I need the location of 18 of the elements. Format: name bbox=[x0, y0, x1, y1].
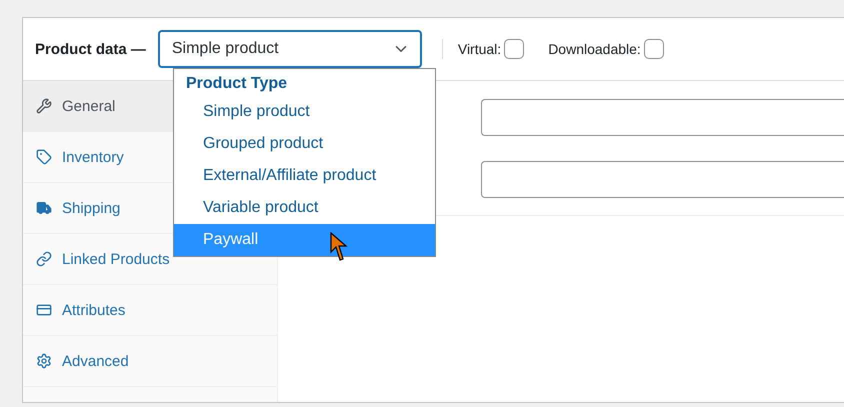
checkbox[interactable] bbox=[504, 39, 524, 59]
link-icon bbox=[36, 251, 52, 267]
dropdown-option[interactable]: Paywall bbox=[174, 224, 435, 256]
input-field[interactable] bbox=[481, 99, 844, 136]
sidebar-tab[interactable]: Advanced bbox=[23, 336, 277, 387]
gear-icon bbox=[36, 353, 52, 369]
input-field[interactable] bbox=[481, 161, 844, 198]
checkbox-label: Downloadable: bbox=[548, 41, 641, 57]
checkbox-label: Virtual: bbox=[458, 41, 502, 57]
tag-icon bbox=[36, 149, 52, 165]
mouse-pointer-icon bbox=[330, 232, 348, 262]
truck-icon bbox=[36, 200, 52, 216]
sidebar-tab[interactable]: Attributes bbox=[23, 285, 277, 336]
product-type-select[interactable]: Simple product bbox=[158, 30, 422, 68]
section-title: Product data — bbox=[35, 40, 146, 58]
checkbox[interactable] bbox=[644, 39, 664, 59]
list-card-icon bbox=[36, 302, 52, 318]
wrench-icon bbox=[36, 98, 52, 114]
